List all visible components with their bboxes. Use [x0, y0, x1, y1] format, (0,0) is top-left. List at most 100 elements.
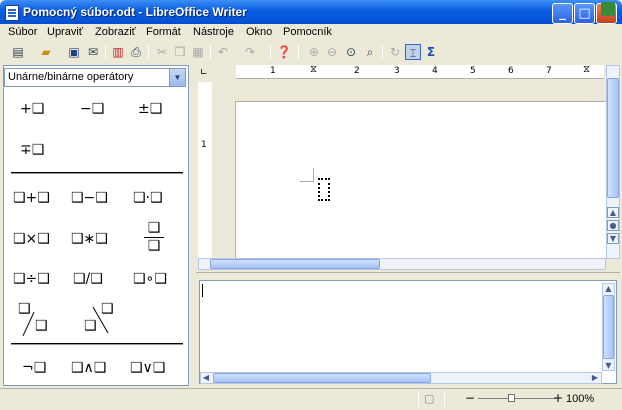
- paste-icon[interactable]: ▦: [190, 44, 206, 60]
- toolbar-separator: [210, 45, 211, 59]
- print-icon[interactable]: ⎙: [128, 44, 144, 60]
- zoom-level[interactable]: 100%: [566, 393, 594, 405]
- zoom-in-icon[interactable]: ⊕: [306, 44, 322, 60]
- scroll-up-icon[interactable]: ▲: [603, 284, 614, 294]
- menu-view[interactable]: Zobraziť: [95, 26, 136, 38]
- open-folder-icon[interactable]: ▰: [38, 44, 54, 60]
- element-minus[interactable]: −❑: [80, 101, 104, 117]
- zoom-slider-knob[interactable]: [508, 394, 515, 402]
- toolbar-separator: [270, 45, 271, 59]
- zoom-in-button[interactable]: +: [553, 391, 563, 405]
- menu-bar: Súbor Upraviť Zobraziť Formát Nástroje O…: [0, 24, 622, 42]
- toolbar-separator: [105, 45, 106, 59]
- zoom-slider[interactable]: [478, 398, 556, 399]
- toolbar-separator: [382, 45, 383, 59]
- navigator-icon[interactable]: ●: [607, 220, 619, 231]
- tab-stop-icon[interactable]: ∟: [200, 68, 208, 78]
- status-separator: [418, 391, 419, 407]
- ruler-tick-3: 3: [394, 66, 400, 76]
- text-caret: [202, 284, 203, 297]
- page-corner-marker: [300, 168, 314, 182]
- vertical-scroll-thumb[interactable]: [607, 78, 619, 198]
- writer-app-icon: [5, 5, 19, 21]
- show-all-icon[interactable]: ⌕: [362, 44, 378, 60]
- element-wide-backslash[interactable]: ❑ ❑: [82, 301, 120, 337]
- ruler-tick-7: 7: [546, 66, 552, 76]
- element-minus-plus[interactable]: ∓❑: [20, 142, 44, 158]
- minimize-button[interactable]: _: [552, 3, 573, 24]
- scroll-left-icon[interactable]: ◀: [201, 373, 211, 383]
- element-addition[interactable]: ❑+❑: [13, 190, 50, 206]
- element-fraction[interactable]: ❑ ❑: [144, 221, 164, 254]
- chevron-down-icon[interactable]: ▼: [169, 69, 185, 86]
- ruler-tick-1: 1: [270, 66, 276, 76]
- menu-help[interactable]: Pomocník: [283, 26, 332, 38]
- command-horizontal-thumb[interactable]: [213, 373, 431, 383]
- standard-toolbar: ▤ ▰ ▣ ✉ ▥ ⎙ ✂ ❐ ▦ ↶ ↷ ❓ ⊕ ⊖ ⊙ ⌕ ↻ ⌶ Σ: [0, 42, 622, 62]
- menu-format[interactable]: Formát: [146, 26, 181, 38]
- element-subtraction[interactable]: ❑−❑: [71, 190, 108, 206]
- toolbar-separator: [148, 45, 149, 59]
- element-slash[interactable]: ❑/❑: [73, 271, 103, 287]
- email-icon[interactable]: ✉: [85, 44, 101, 60]
- previous-page-icon[interactable]: ▲: [607, 207, 619, 218]
- element-multiplication[interactable]: ❑×❑: [13, 231, 50, 247]
- ruler-tick-6: 6: [508, 66, 514, 76]
- zoom-out-icon[interactable]: ⊖: [324, 44, 340, 60]
- menu-file[interactable]: Súbor: [8, 26, 37, 38]
- ruler-tick-2: 2: [354, 66, 360, 76]
- menu-window[interactable]: Okno: [246, 26, 272, 38]
- help-icon[interactable]: ❓: [276, 44, 292, 60]
- horizontal-ruler: 1 ⧖ 2 3 4 5 6 7 ⧖: [236, 64, 604, 79]
- elements-category-select[interactable]: Unárne/binárne operátory ▼: [4, 68, 186, 87]
- menu-tools[interactable]: Nástroje: [193, 26, 234, 38]
- panel-splitter[interactable]: [191, 65, 195, 386]
- view-splitter[interactable]: [196, 272, 620, 276]
- document-close-icon[interactable]: [601, 2, 615, 16]
- window-title: Pomocný súbor.odt - LibreOffice Writer: [23, 5, 247, 19]
- maximize-button[interactable]: □: [574, 3, 595, 24]
- element-concatenate[interactable]: ❑∘❑: [133, 271, 167, 287]
- element-plus-minus[interactable]: ±❑: [138, 101, 162, 117]
- copy-icon[interactable]: ❐: [172, 44, 188, 60]
- new-document-icon[interactable]: ▤: [10, 44, 26, 60]
- element-or[interactable]: ❑∨❑: [130, 360, 165, 376]
- save-icon[interactable]: ▣: [66, 44, 82, 60]
- document-modified-icon: ▢: [424, 392, 435, 405]
- section-divider: [11, 172, 183, 174]
- command-input[interactable]: [199, 280, 617, 384]
- scroll-down-icon[interactable]: ▼: [603, 361, 614, 371]
- update-icon[interactable]: ↻: [387, 44, 403, 60]
- vertical-ruler: 1: [198, 82, 212, 260]
- element-wide-slash[interactable]: ❑ ❑: [16, 301, 54, 337]
- element-division[interactable]: ❑÷❑: [13, 271, 50, 287]
- section-divider: [11, 343, 183, 345]
- zoom-100-icon[interactable]: ⊙: [343, 44, 359, 60]
- indent-marker-icon[interactable]: ⧖: [310, 64, 317, 75]
- command-vertical-thumb[interactable]: [603, 295, 614, 359]
- element-dot-product[interactable]: ❑·❑: [133, 190, 163, 206]
- indent-marker-icon[interactable]: ⧖: [583, 64, 590, 75]
- element-negation[interactable]: ¬❑: [22, 360, 46, 376]
- zoom-out-button[interactable]: −: [465, 391, 475, 405]
- formula-cursor-icon[interactable]: ⌶: [405, 44, 421, 60]
- status-separator: [444, 391, 445, 407]
- formula-placeholder[interactable]: [318, 178, 330, 201]
- element-and[interactable]: ❑∧❑: [71, 360, 106, 376]
- redo-icon[interactable]: ↷: [242, 44, 258, 60]
- formula-page[interactable]: [235, 101, 607, 259]
- undo-icon[interactable]: ↶: [215, 44, 231, 60]
- symbols-icon[interactable]: Σ: [423, 44, 439, 60]
- pdf-export-icon[interactable]: ▥: [110, 44, 126, 60]
- element-asterisk[interactable]: ❑∗❑: [71, 231, 108, 247]
- ruler-tick-v1: 1: [201, 140, 207, 150]
- status-bar: [0, 388, 622, 410]
- toolbar-separator: [298, 45, 299, 59]
- scroll-right-icon[interactable]: ▶: [590, 373, 600, 383]
- element-plus[interactable]: +❑: [20, 101, 44, 117]
- cut-icon[interactable]: ✂: [154, 44, 170, 60]
- ruler-tick-5: 5: [470, 66, 476, 76]
- next-page-icon[interactable]: ▼: [607, 233, 619, 244]
- menu-edit[interactable]: Upraviť: [47, 26, 83, 38]
- horizontal-scroll-thumb[interactable]: [210, 259, 380, 269]
